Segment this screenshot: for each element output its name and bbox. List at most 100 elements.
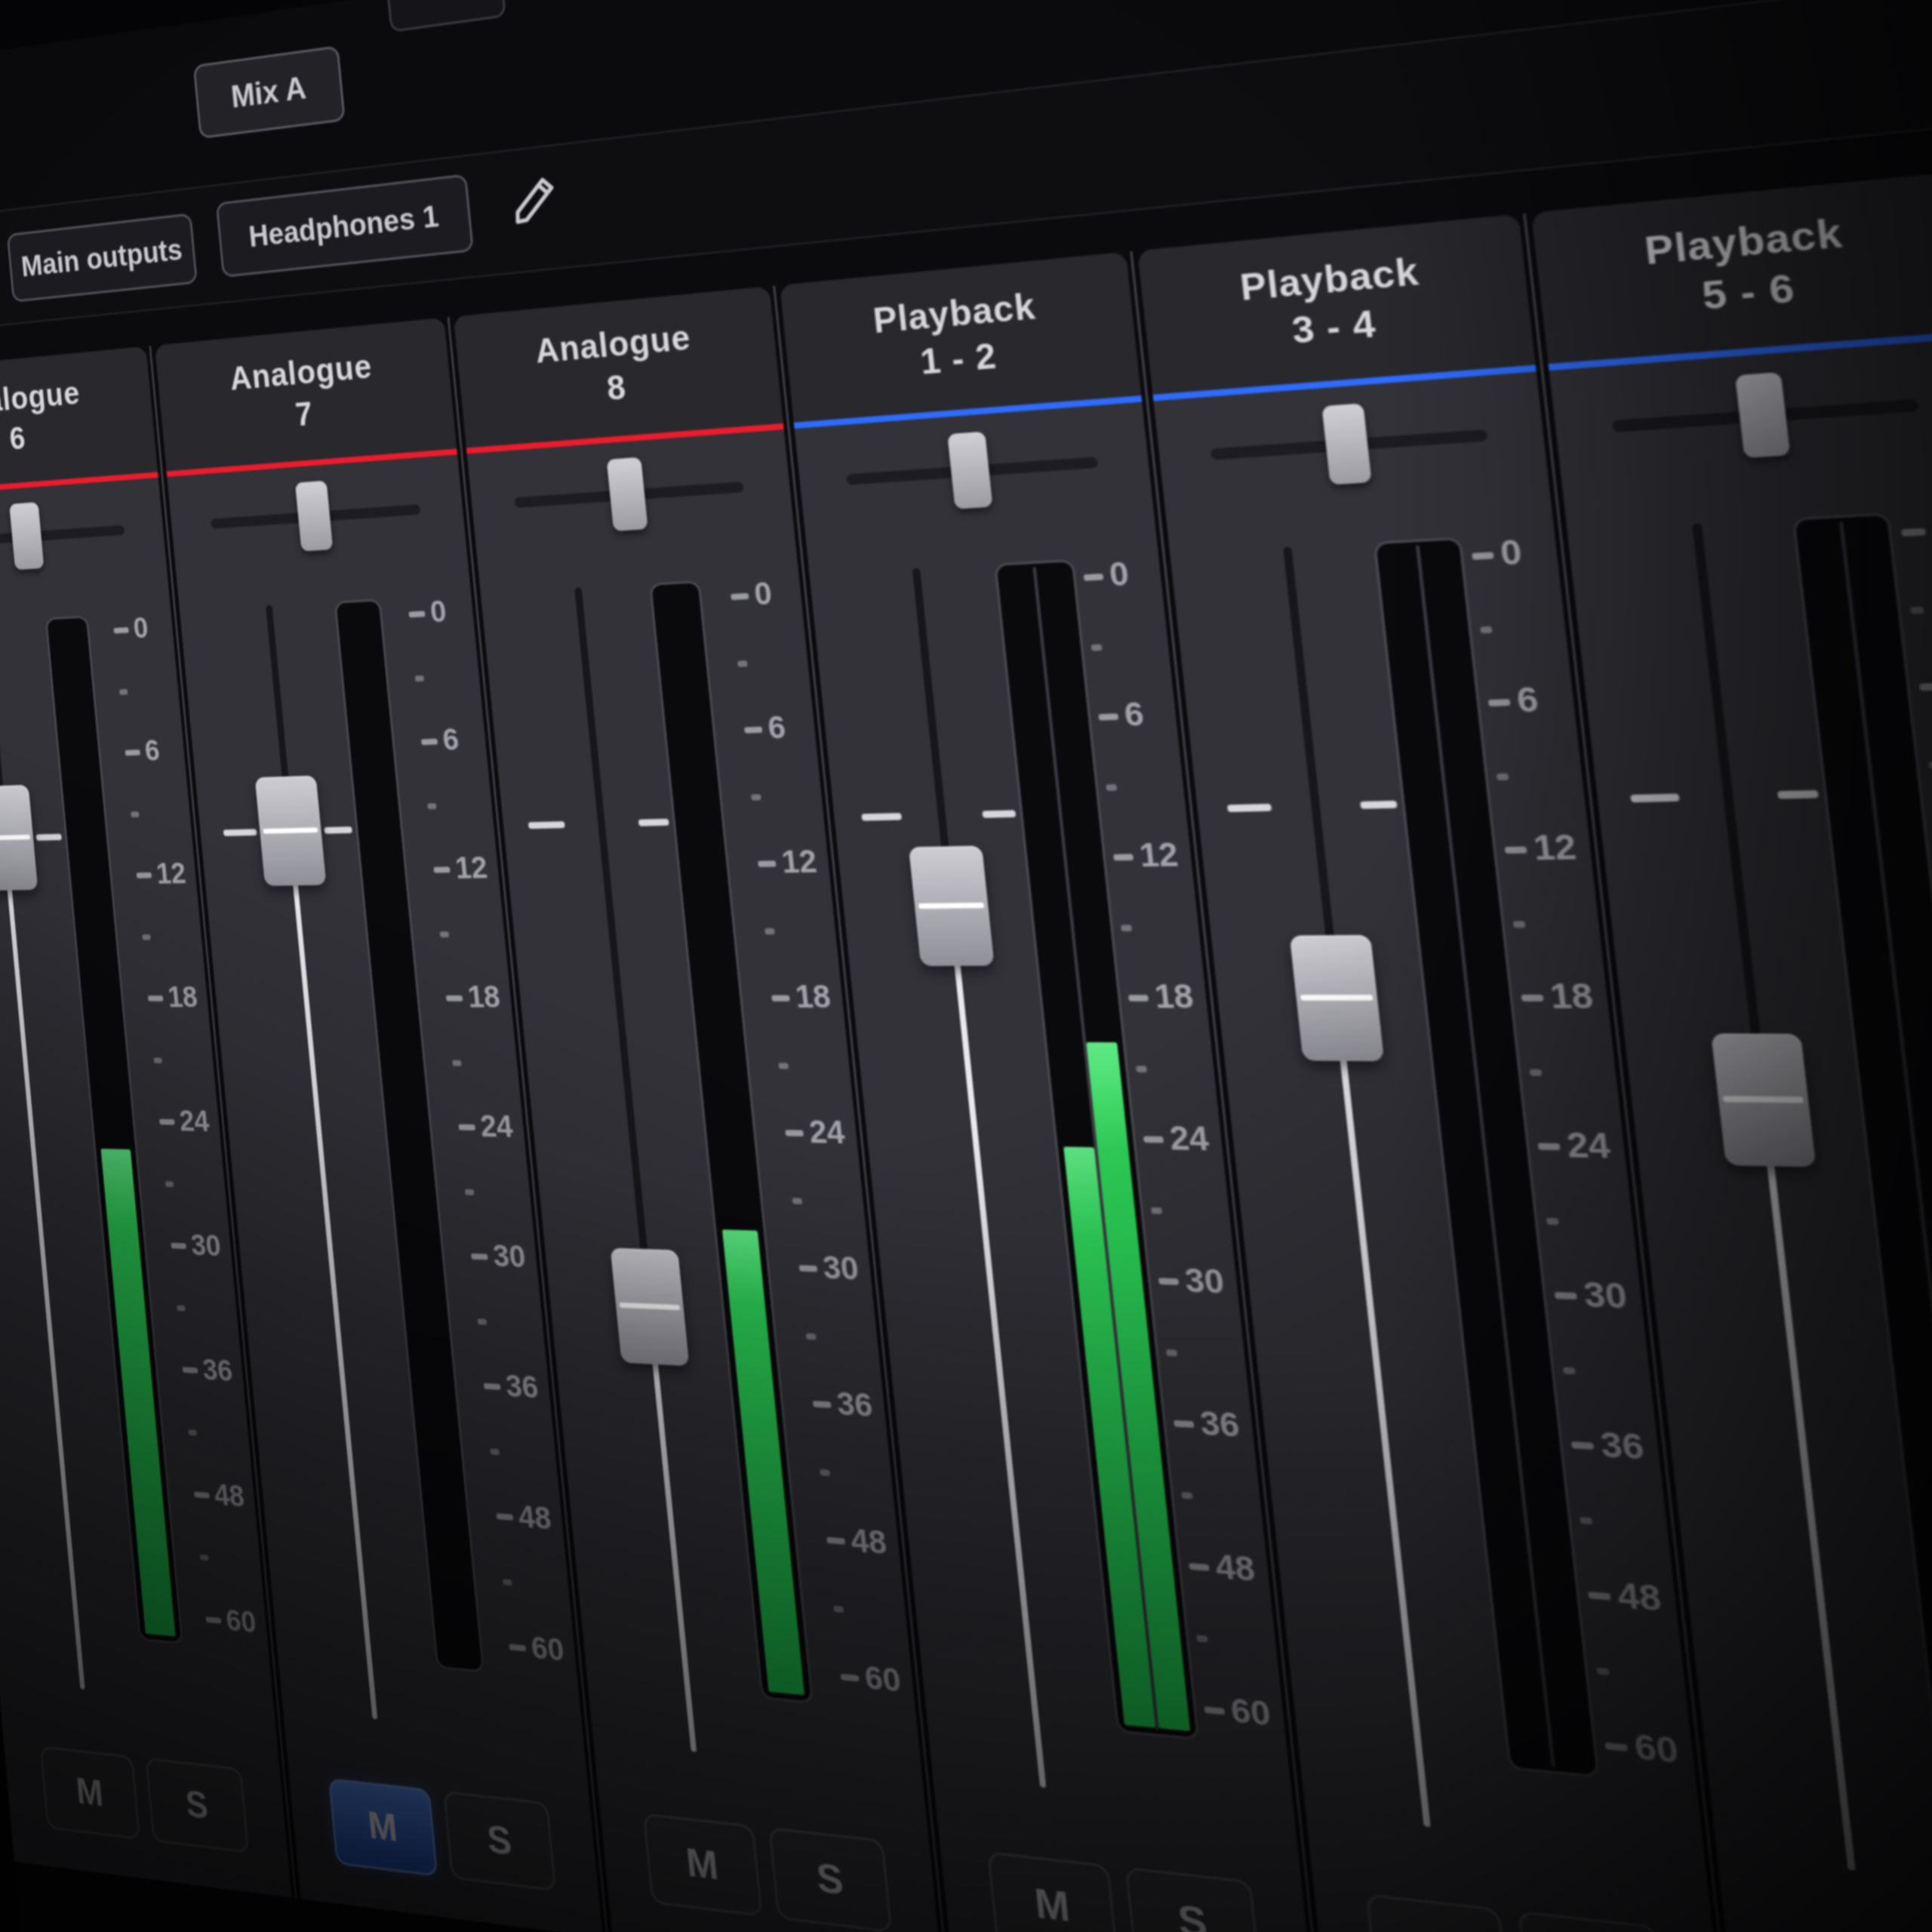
scale-tick-major [1204,1706,1225,1715]
scale-label: 12 [780,843,818,881]
scale-label: 30 [491,1238,527,1275]
fader-handle[interactable] [1290,935,1384,1061]
scale-tick-minor [1563,1367,1576,1374]
pan-handle[interactable] [607,457,648,531]
solo-button[interactable]: S [443,1791,556,1891]
pan-handle[interactable] [295,481,333,552]
pan-handle[interactable] [947,432,992,509]
solo-button[interactable]: S [1518,1911,1669,1932]
pencil-icon [506,169,563,229]
scale-tick-major [484,1383,501,1390]
scale-tick-major [841,1674,860,1681]
mute-button[interactable]: M [643,1813,763,1917]
fader-handle[interactable] [909,846,995,967]
scale-tick-minor [165,1181,174,1187]
scale-tick-major [148,995,164,1001]
tab-mix-a-label: Mix A [229,70,308,115]
fader-handle[interactable] [255,775,327,885]
scale-tick-major [1605,1743,1628,1752]
unity-mark-right [36,834,62,841]
scale-tick-major [1588,1592,1611,1600]
tab-mix-a[interactable]: Mix A [193,45,346,139]
scale-tick-major [1143,1136,1164,1143]
scale-tick-major [826,1537,845,1545]
scale-label: 12 [1531,827,1578,869]
scale-tick-minor [119,689,128,695]
mute-button[interactable]: M [1365,1894,1510,1932]
edit-mix-name-button[interactable] [500,162,570,235]
scale-label: 12 [454,850,489,886]
scale-tick-major [1555,1292,1577,1300]
scale-label: 48 [213,1478,246,1514]
scale-tick-major [731,593,749,600]
fader-handle[interactable] [611,1248,690,1367]
channel-header: Playback 1 - 2 [780,252,1141,423]
scale-tick-minor [465,1189,475,1195]
scale-tick-major [1189,1563,1209,1571]
scale-label: 0 [1108,555,1131,594]
scale-tick-major [813,1401,832,1408]
pan-handle[interactable] [1321,403,1371,485]
scale-label: 36 [504,1368,540,1406]
scale-tick-major [1084,574,1104,581]
unity-mark-right [1360,800,1398,808]
fader-track-lower [288,831,377,1720]
fader-handle-line [1723,1096,1804,1103]
tab-main-outputs-label: Main outputs [20,232,183,283]
scale-label: 18 [166,980,198,1014]
pan-handle[interactable] [1735,372,1791,458]
solo-button[interactable]: S [145,1758,249,1854]
mute-button[interactable]: M [987,1851,1118,1932]
unity-mark-right [324,826,352,834]
mute-button[interactable]: M [40,1746,141,1840]
solo-button[interactable]: S [1125,1867,1262,1932]
scale-tick-major [113,627,128,633]
pan-handle[interactable] [9,502,44,570]
unity-mark-left [223,829,257,836]
scale-label: 36 [835,1385,875,1424]
scale-label: 48 [1214,1547,1257,1589]
scale-label: 24 [808,1113,847,1151]
scale-tick-minor [131,811,139,817]
scale-tick-major [785,1130,804,1137]
unity-mark-left [1630,793,1679,802]
fader-handle-line [0,835,30,841]
channel-header: Analogue 6 [0,346,158,493]
scale-label: 60 [863,1659,903,1700]
scale-tick-minor [177,1305,186,1311]
scale-label: 18 [1152,977,1195,1017]
meter-fill [100,1149,175,1636]
scale-tick-major [1538,1143,1561,1151]
scale-tick-major [446,995,463,1001]
scale-tick-major [1505,847,1527,854]
mute-button[interactable]: M [328,1778,438,1877]
scale-tick-major [194,1491,210,1498]
scale-tick-minor [142,934,150,940]
scale-label: 48 [849,1521,888,1561]
solo-button[interactable]: S [768,1827,893,1932]
unity-mark-right [638,818,669,826]
scale-tick-major [1571,1441,1594,1450]
scale-label: 36 [1598,1424,1646,1468]
scale-label: 48 [517,1499,553,1537]
fader-handle-line [619,1303,680,1310]
scale-tick-minor [1196,1635,1208,1643]
scale-label: 24 [1168,1118,1211,1158]
scale-label: 6 [1122,695,1146,734]
pan-slider [467,429,796,564]
scale-tick-minor [751,794,761,800]
scale-tick-major [1158,1278,1179,1285]
scale-tick-minor [778,1063,789,1069]
fader-handle[interactable] [0,785,38,891]
scale-tick-major [433,867,450,873]
scale-label: 24 [478,1109,514,1145]
scale-tick-minor [792,1198,803,1204]
scale-tick-major [1113,854,1134,860]
scale-tick-minor [1530,1069,1543,1076]
scale-tick-major [125,749,140,755]
fader-handle-line [263,827,318,833]
fader-handle[interactable] [1711,1033,1816,1167]
scale-label: 6 [1515,679,1540,721]
scale-label: 24 [1564,1124,1612,1166]
unity-mark-left [1227,804,1272,812]
